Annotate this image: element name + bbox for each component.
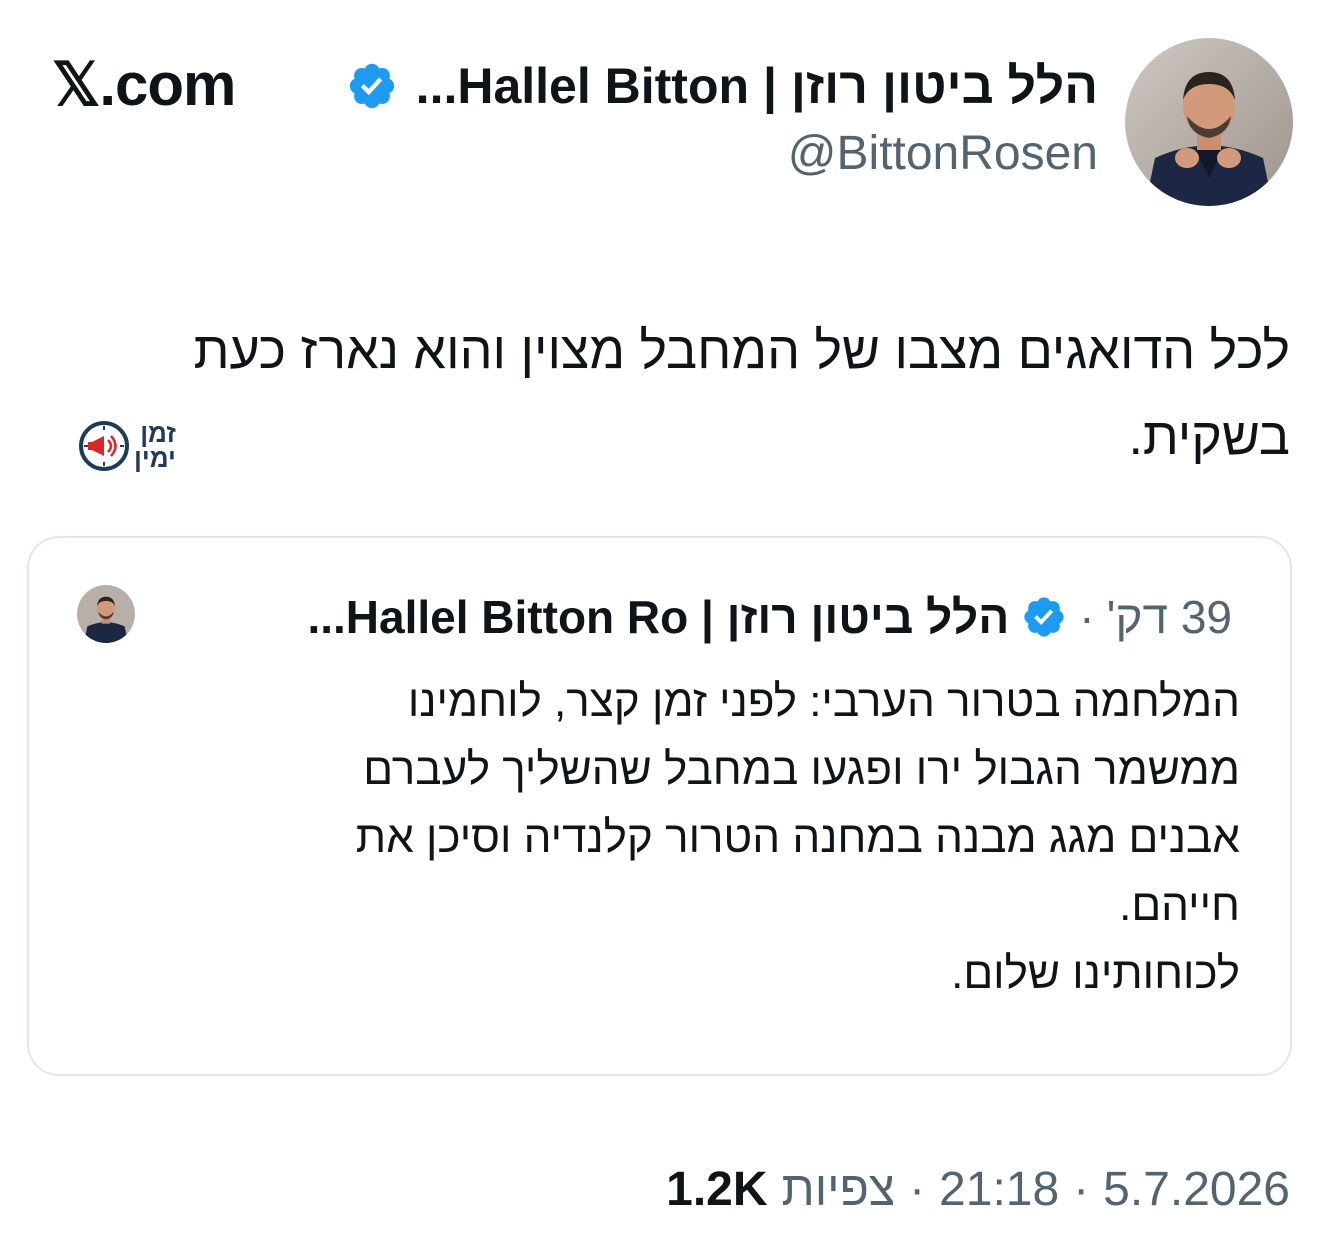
quoted-display-name[interactable]: הלל ביטון רוזן | Hallel Bitton Ro...	[307, 594, 1009, 640]
quoted-text-line: אבנים מגג מבנה במחנה הטרור קלנדיה וסיכן …	[355, 813, 1240, 862]
tweet-meta: 1.2K צפיות · 21:18 · 5.7.2026	[666, 1162, 1290, 1217]
quoted-tweet-text: המלחמה בטרור הערבי: לפני זמן קצר, לוחמינ…	[140, 668, 1240, 1008]
quoted-text-line: המלחמה בטרור הערבי: לפני זמן קצר, לוחמינ…	[407, 677, 1240, 726]
quoted-verified-badge-icon	[1024, 597, 1064, 637]
tweet-text: לכל הדואגים מצבו של המחבל מצוין והוא נאר…	[193, 322, 1290, 466]
quoted-text-line: לכוחותינו שלום.	[951, 949, 1240, 998]
avatar-image	[1125, 38, 1293, 206]
views-count[interactable]: 1.2K	[666, 1162, 767, 1217]
tweet-date[interactable]: 5.7.2026	[1103, 1162, 1290, 1217]
quoted-text-line: ממשמר הגבול ירו ופגעו במחבל שהשליך לעברם	[363, 745, 1240, 794]
quoted-separator: ·	[1079, 591, 1095, 643]
quoted-timestamp[interactable]: 39 דק'	[1107, 594, 1232, 640]
site-label: 𝕏.com	[52, 55, 236, 115]
tweet-time[interactable]: 21:18	[939, 1162, 1059, 1217]
author-name-row[interactable]: הלל ביטון רוזן | Hallel Bitton...	[346, 60, 1098, 112]
author-avatar[interactable]	[1125, 38, 1293, 206]
quoted-avatar-image	[77, 585, 135, 643]
meta-separator: ·	[1073, 1163, 1090, 1216]
quoted-header[interactable]: הלל ביטון רוזן | Hallel Bitton Ro... · 3…	[307, 594, 1232, 640]
views-label: צפיות	[781, 1163, 896, 1216]
author-display-name[interactable]: הלל ביטון רוזן | Hallel Bitton...	[416, 61, 1098, 111]
x-logo: 𝕏.com	[52, 51, 236, 118]
clock-megaphone-icon	[79, 421, 129, 471]
watermark-text: זמן ימין	[134, 420, 176, 473]
quoted-text-line: חייהם.	[1119, 881, 1240, 930]
watermark-line2: ימין	[134, 443, 176, 473]
author-handle[interactable]: @BittonRosen	[788, 130, 1098, 178]
watermark-logo: זמן ימין	[78, 420, 176, 472]
meta-separator: ·	[909, 1163, 926, 1216]
verified-badge-icon	[349, 63, 394, 109]
quoted-author-avatar[interactable]	[77, 585, 135, 643]
